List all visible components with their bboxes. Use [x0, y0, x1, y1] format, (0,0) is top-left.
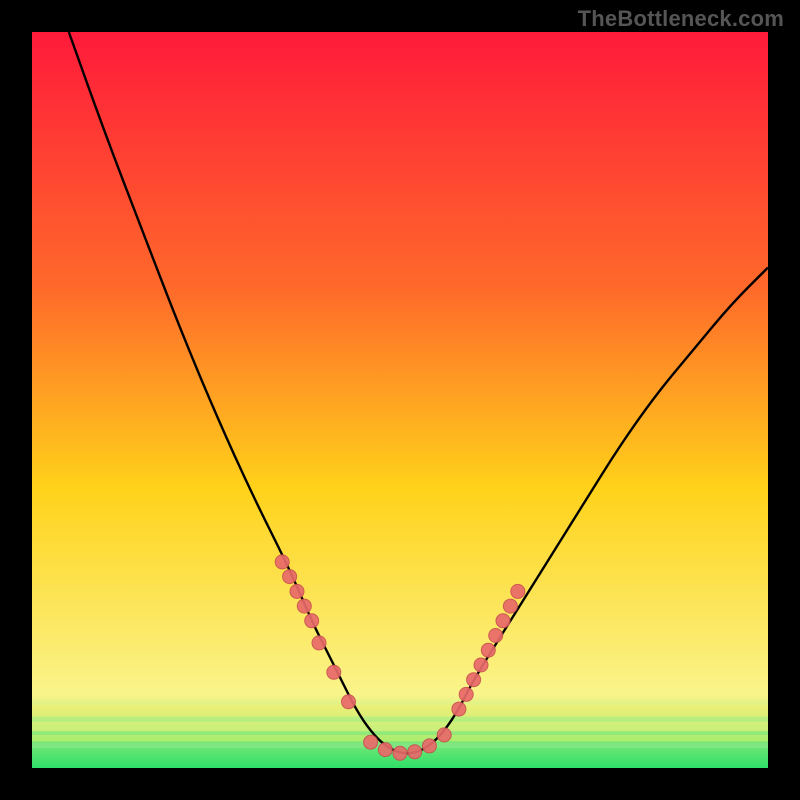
watermark-text: TheBottleneck.com: [578, 6, 784, 32]
data-marker: [364, 735, 378, 749]
gradient-strip: [32, 705, 768, 717]
data-marker: [408, 745, 422, 759]
data-marker: [378, 743, 392, 757]
gradient-strip: [32, 735, 768, 742]
data-marker: [312, 636, 326, 650]
gradient-strip: [32, 722, 768, 732]
data-marker: [511, 584, 525, 598]
gradient-background: [32, 32, 768, 768]
data-marker: [481, 643, 495, 657]
data-marker: [503, 599, 517, 613]
data-marker: [393, 746, 407, 760]
chart-frame: TheBottleneck.com: [0, 0, 800, 800]
data-marker: [474, 658, 488, 672]
data-marker: [342, 695, 356, 709]
bottleneck-chart: [32, 32, 768, 768]
data-marker: [489, 629, 503, 643]
data-marker: [327, 665, 341, 679]
data-marker: [297, 599, 311, 613]
data-marker: [467, 673, 481, 687]
data-marker: [496, 614, 510, 628]
data-marker: [422, 739, 436, 753]
data-marker: [275, 555, 289, 569]
data-marker: [283, 570, 297, 584]
data-marker: [452, 702, 466, 716]
data-marker: [305, 614, 319, 628]
plot-area: [32, 32, 768, 768]
data-marker: [459, 687, 473, 701]
data-marker: [437, 728, 451, 742]
data-marker: [290, 584, 304, 598]
